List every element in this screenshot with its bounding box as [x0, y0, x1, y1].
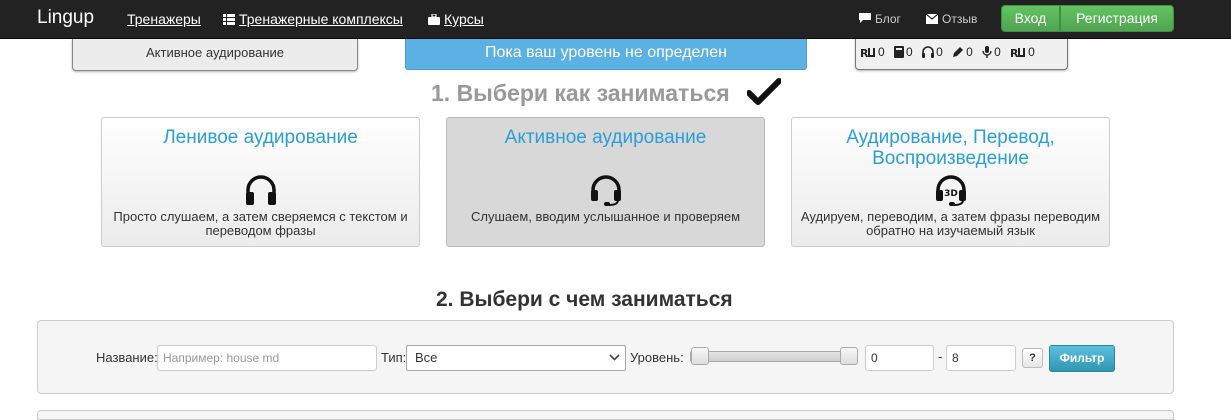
- card-title: Аудирование, Перевод, Воспроизведение: [846, 127, 1055, 169]
- nav-complexes[interactable]: Тренажерные комплексы: [223, 11, 403, 27]
- type-label: Тип:: [381, 350, 407, 365]
- navbar: Lingup Тренажеры Тренажерные комплексы К…: [0, 0, 1231, 39]
- level-label: Уровень:: [630, 350, 684, 365]
- checkmark-icon: [747, 78, 781, 105]
- level-max-input[interactable]: [946, 345, 1016, 371]
- stat-headphones: 0: [922, 45, 943, 59]
- register-button[interactable]: Регистрация: [1060, 5, 1174, 32]
- card-title: Активное аудирование: [504, 127, 707, 148]
- level-separator: -: [938, 349, 943, 364]
- results-panel: [37, 410, 1174, 420]
- mode-card-3d[interactable]: Аудирование, Перевод, Воспроизведение 3D…: [791, 117, 1110, 247]
- pencil-icon: [953, 47, 964, 57]
- brand-logo[interactable]: Lingup: [37, 7, 94, 29]
- type-select-value: Все: [415, 350, 438, 365]
- stat-ru-audio: R0: [860, 45, 885, 60]
- level-status-bar: Пока ваш уровень не определен: [405, 39, 807, 70]
- filter-button[interactable]: Фильтр: [1049, 345, 1115, 372]
- stat-value: 0: [906, 45, 913, 59]
- ru-repeat-icon: R: [860, 47, 875, 60]
- microphone-icon: [982, 46, 992, 58]
- stat-value: 0: [936, 45, 943, 59]
- name-input[interactable]: [157, 345, 377, 371]
- login-button[interactable]: Вход: [1001, 5, 1060, 32]
- stat-ru-speak: R0: [1010, 45, 1035, 60]
- stat-book: 0: [894, 45, 913, 59]
- svg-text:R: R: [1010, 47, 1019, 58]
- level-slider-range: [700, 352, 848, 361]
- nav-feedback[interactable]: Отзыв: [926, 12, 977, 26]
- nav-blog-label: Блог: [875, 12, 901, 26]
- name-label: Название:: [96, 350, 158, 365]
- book-icon: [894, 46, 905, 58]
- stats-panel: R0 0 0 0 0 R0: [855, 39, 1068, 70]
- active-mode-tab[interactable]: Активное аудирование: [72, 39, 358, 71]
- card-desc: Просто слушаем, а затем сверяемся с текс…: [113, 209, 408, 238]
- card-desc: Аудируем, переводим, а затем фразы перев…: [800, 209, 1101, 238]
- level-slider-min-handle[interactable]: [691, 347, 709, 365]
- type-select[interactable]: Все: [406, 345, 626, 371]
- stat-value: 0: [1028, 45, 1035, 59]
- envelope-icon: [926, 14, 938, 24]
- card-title: Ленивое аудирование: [163, 127, 358, 148]
- help-button[interactable]: ?: [1022, 348, 1043, 368]
- headset-3d-icon: 3D: [935, 175, 966, 206]
- nav-feedback-label: Отзыв: [942, 12, 978, 26]
- chevron-down-icon: [609, 354, 620, 361]
- badge-3d: 3D: [944, 189, 958, 199]
- nav-trainers[interactable]: Тренажеры: [127, 11, 201, 27]
- comment-icon: [859, 13, 871, 23]
- nav-courses[interactable]: Курсы: [428, 11, 484, 27]
- ru-speak-icon: R: [1010, 47, 1026, 60]
- headphones-icon: [922, 46, 935, 58]
- stat-mic: 0: [982, 45, 1001, 59]
- list-icon: [223, 14, 235, 25]
- stat-value: 0: [994, 45, 1001, 59]
- card-desc: Слушаем, вводим услышанное и проверяем: [470, 209, 741, 224]
- mode-card-active[interactable]: Активное аудирование Слушаем, вводим усл…: [446, 117, 765, 247]
- stat-value: 0: [878, 45, 885, 59]
- nav-courses-label: Курсы: [444, 11, 484, 27]
- level-slider-max-handle[interactable]: [840, 347, 858, 365]
- headphones-icon: [245, 175, 276, 205]
- stat-value: 0: [966, 45, 973, 59]
- mode-card-lazy[interactable]: Ленивое аудирование Просто слушаем, а за…: [101, 117, 420, 247]
- step2-title: 2. Выбери с чем заниматься: [436, 288, 733, 311]
- step1-title: 1. Выбери как заниматься: [431, 80, 730, 106]
- headset-icon: [590, 175, 621, 206]
- stat-pencil: 0: [952, 45, 973, 59]
- level-min-input[interactable]: [865, 345, 934, 371]
- briefcase-icon: [428, 14, 440, 25]
- svg-text:R: R: [860, 47, 869, 58]
- nav-complexes-label: Тренажерные комплексы: [239, 11, 403, 27]
- nav-blog[interactable]: Блог: [859, 12, 901, 26]
